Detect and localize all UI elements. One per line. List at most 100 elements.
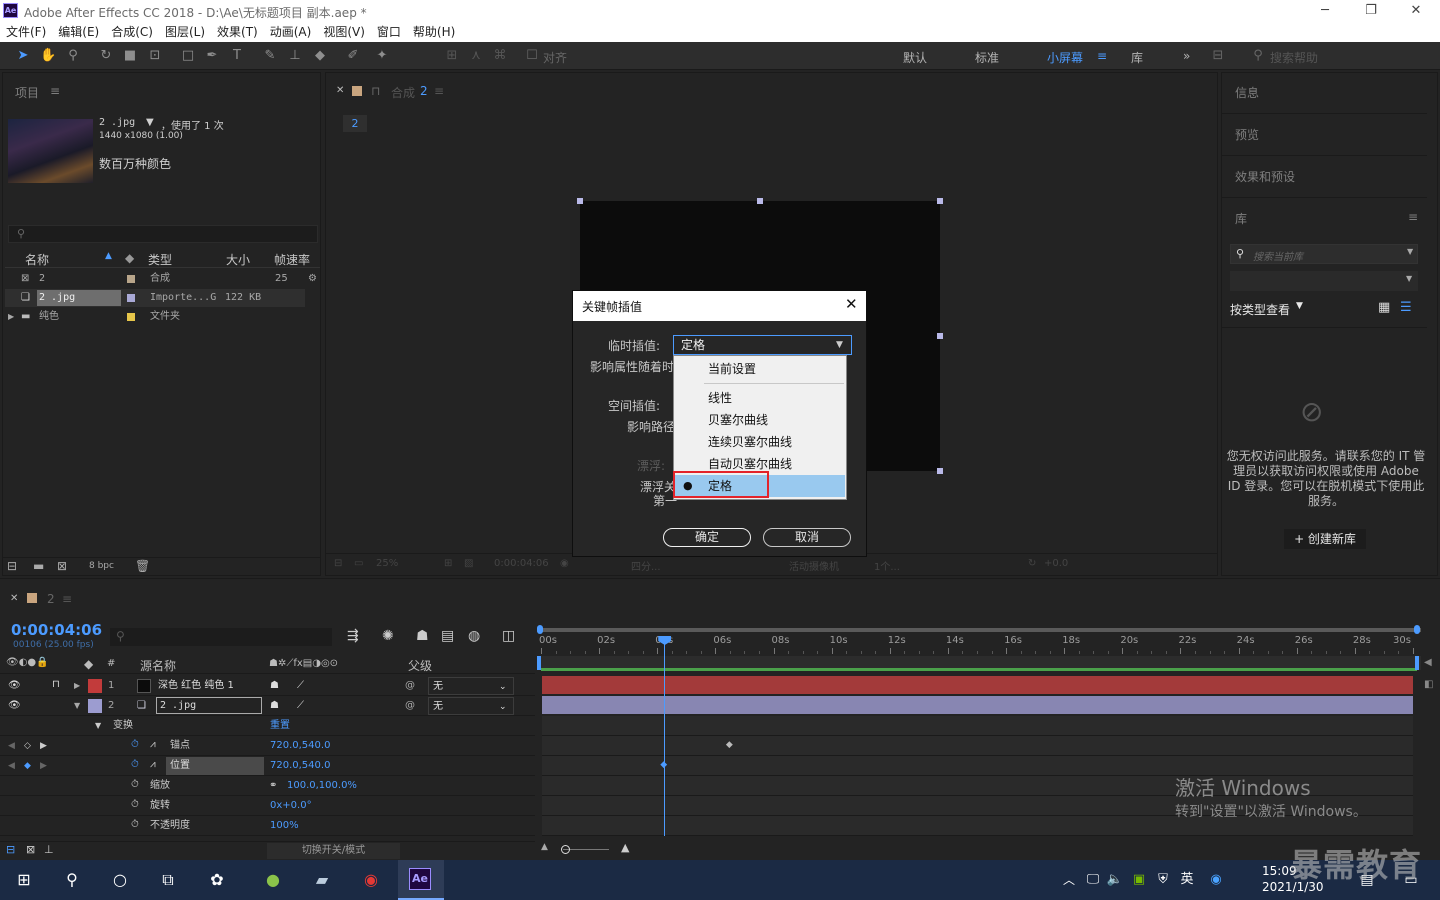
graph-editor-icon[interactable]: ◫ [502, 628, 515, 644]
property-value[interactable]: 720.0,540.0 [270, 737, 330, 755]
label-swatch[interactable] [127, 275, 135, 283]
panel-menu-icon[interactable]: ≡ [1408, 210, 1418, 224]
workspace-default[interactable]: 默认 [903, 49, 927, 66]
project-row[interactable]: ❏ 2 .jpg Importe...G 122 KB [5, 289, 305, 307]
eye-icon[interactable]: 👁 [8, 677, 21, 695]
col-parent[interactable]: 父级 [408, 657, 432, 674]
quality-switch-icon[interactable]: ⟋ [297, 697, 304, 715]
eye-icon[interactable]: 👁 [8, 697, 21, 715]
property-row[interactable]: ⏱ 不透明度 100% [0, 816, 535, 836]
chevron-down-icon[interactable]: ▼ [1296, 301, 1303, 311]
grid-icon[interactable]: ⊞ [444, 558, 452, 569]
current-time-display[interactable]: 0:00:04:06 [494, 558, 549, 569]
option-current-settings[interactable]: 当前设置 [675, 358, 845, 380]
pinwheel-app-icon[interactable]: ✿ [203, 866, 231, 894]
windows-start-icon[interactable]: ⊞ [10, 866, 38, 894]
property-row[interactable]: ◀ ◇ ▶ ⏱ ⩘ 锚点 720.0,540.0 [0, 736, 535, 756]
sort-up-icon[interactable]: ▲ [105, 251, 112, 261]
stopwatch-icon[interactable]: ⏱ [131, 736, 139, 754]
menu-animation[interactable]: 动画(A) [264, 23, 318, 42]
property-row[interactable]: ◀ ◆ ▶ ⏱ ⩘ 位置 720.0,540.0 [0, 756, 535, 776]
stopwatch-icon[interactable]: ⏱ [131, 796, 139, 814]
pickwhip-icon[interactable]: @ [405, 697, 415, 715]
draft-3d-icon[interactable]: ✺ [382, 628, 394, 644]
shy-switch-icon[interactable]: ☗ [270, 697, 279, 715]
world-axis-icon[interactable]: ⋏ [468, 48, 484, 64]
library-search-input[interactable]: ⚲ 搜索当前库 ▼ [1230, 244, 1418, 264]
shy-switch-icon[interactable]: ☗ [270, 677, 279, 695]
comp-tab-name[interactable]: 2 [420, 84, 428, 98]
library-panel-title[interactable]: 库 [1235, 210, 1247, 227]
property-value[interactable]: 100.0,100.0% [287, 777, 357, 795]
layer-row[interactable]: 👁 ⊓ ▶ 1 深色 红色 纯色 1 ☗ ⟋ @ 无 ⌄ [0, 676, 535, 696]
more-workspaces[interactable]: » [1183, 49, 1190, 63]
layer-bar-2[interactable] [542, 696, 1413, 714]
exposure-value[interactable]: +0.0 [1044, 558, 1068, 569]
work-area-bar[interactable] [537, 625, 1421, 634]
menu-view[interactable]: 视图(V) [317, 23, 371, 42]
stopwatch-icon[interactable]: ⏱ [131, 756, 139, 774]
lock-icon[interactable]: ⊓ [52, 676, 60, 694]
comp-tab-prefix[interactable]: 合成 [391, 84, 415, 101]
library-select[interactable]: ▼ [1230, 271, 1418, 291]
rotate-tool-icon[interactable]: ↻ [98, 48, 114, 64]
quality-switch-icon[interactable]: ⟋ [297, 677, 304, 695]
shy-layers-icon[interactable]: ☗ [416, 628, 429, 644]
views-dropdown[interactable]: 1个... [874, 558, 900, 573]
qq-icon[interactable]: ◉ [1202, 866, 1230, 894]
chevron-down-icon[interactable]: ▼ [1406, 274, 1412, 283]
puppet-tool-icon[interactable]: ✦ [374, 48, 390, 64]
project-panel-title[interactable]: 项目 [15, 84, 39, 101]
close-icon[interactable]: ✕ [1393, 2, 1439, 22]
workspace-small-screen[interactable]: 小屏幕 [1047, 49, 1083, 66]
constrain-link-icon[interactable]: ⚭ [269, 777, 277, 795]
keyframe-diamond[interactable]: ◆ [726, 740, 733, 750]
prev-keyframe-icon[interactable]: ◀ [8, 737, 15, 755]
trash-icon[interactable]: 🗑 [135, 559, 150, 573]
close-tab-icon[interactable]: ✕ [336, 85, 344, 96]
transform-handle[interactable] [937, 468, 943, 474]
menu-layer[interactable]: 图层(L) [159, 23, 211, 42]
search-icon[interactable]: ⚲ [58, 866, 86, 894]
cancel-button[interactable]: 取消 [763, 528, 851, 547]
camera-dropdown[interactable]: 活动摄像机 [789, 558, 839, 573]
in-point-bracket[interactable] [537, 656, 541, 670]
comp-breadcrumb[interactable]: 2 [343, 115, 367, 132]
comp-button-icon[interactable]: ◀ [1424, 657, 1432, 668]
toggle-switches-modes[interactable]: 切换开关/模式 [267, 843, 400, 859]
grid-view-icon[interactable]: ▦ [1378, 300, 1390, 315]
comp-mini-flowchart-icon[interactable]: ⇶ [347, 628, 359, 644]
search-help-input[interactable]: 搜索帮助 [1270, 49, 1318, 66]
preview-panel-title[interactable]: 预览 [1235, 126, 1259, 143]
option-continuous-bezier[interactable]: 连续贝塞尔曲线 [675, 431, 845, 453]
project-row[interactable]: ⊠ 2 合成 25 ⚙ [5, 270, 320, 288]
panel-menu-icon[interactable]: ≡ [50, 84, 60, 98]
layer-name[interactable]: 2 .jpg [156, 697, 262, 714]
option-linear[interactable]: 线性 [675, 387, 845, 409]
notepad-app-icon[interactable]: ▰ [308, 866, 336, 894]
next-keyframe-icon[interactable]: ▶ [40, 737, 47, 755]
comp-marker-icon[interactable]: ◧ [1424, 679, 1433, 690]
new-folder-icon[interactable]: ▬ [33, 559, 44, 573]
close-icon[interactable]: ✕ [845, 295, 858, 313]
transform-handle[interactable] [577, 198, 583, 204]
motion-blur-icon[interactable]: ◍ [468, 628, 480, 644]
menu-help[interactable]: 帮助(H) [407, 23, 461, 42]
project-search-input[interactable]: ⚲ [8, 225, 318, 243]
ime-indicator[interactable]: 英 [1173, 866, 1201, 894]
sync-settings-icon[interactable]: ⊟ [1210, 48, 1226, 64]
col-type[interactable]: 类型 [148, 251, 172, 268]
label-swatch[interactable] [127, 294, 135, 302]
clone-stamp-tool-icon[interactable]: ⊥ [287, 48, 303, 64]
col-name[interactable]: 名称 [25, 251, 49, 268]
graph-icon[interactable]: ⩘ [150, 736, 156, 754]
collapse-arrow-icon[interactable]: ▼ [95, 717, 101, 735]
temporal-interpolation-select[interactable]: 定格 ▼ [673, 335, 852, 355]
layer-bar-1[interactable] [542, 676, 1413, 694]
transform-handle[interactable] [757, 198, 763, 204]
info-panel-title[interactable]: 信息 [1235, 84, 1259, 101]
minimize-icon[interactable]: ─ [1302, 2, 1348, 22]
collapse-arrow-icon[interactable]: ▼ [74, 697, 80, 715]
rectangle-tool-icon[interactable]: □ [180, 48, 196, 64]
view-by-dropdown[interactable]: 按类型查看 [1230, 301, 1290, 318]
